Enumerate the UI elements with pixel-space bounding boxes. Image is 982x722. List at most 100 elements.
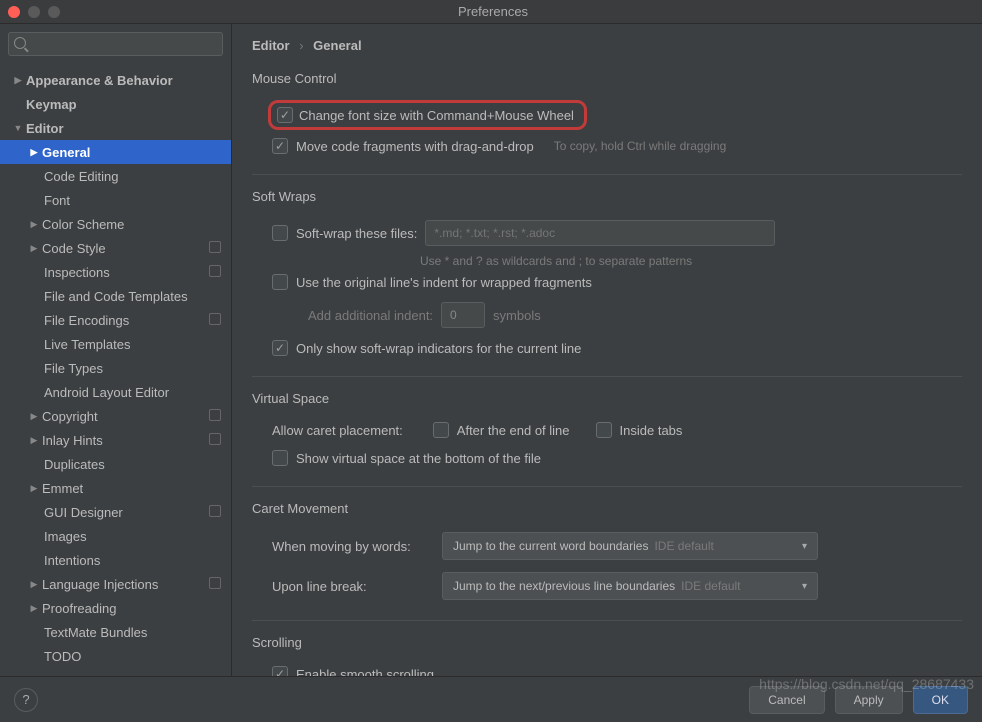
- tree-label: TextMate Bundles: [44, 625, 147, 640]
- label-symbols: symbols: [493, 308, 541, 323]
- tree-proofreading[interactable]: ▶Proofreading: [0, 596, 231, 620]
- checkbox-smooth-scrolling[interactable]: [272, 666, 288, 676]
- checkbox-change-font-size[interactable]: [277, 107, 293, 123]
- tree-appearance[interactable]: ▶Appearance & Behavior: [0, 68, 231, 92]
- label-only-show-indicators: Only show soft-wrap indicators for the c…: [296, 341, 581, 356]
- label-move-drag: Move code fragments with drag-and-drop: [296, 139, 534, 154]
- label-show-virtual-bottom: Show virtual space at the bottom of the …: [296, 451, 541, 466]
- tree-file-encodings[interactable]: File Encodings: [0, 308, 231, 332]
- chevron-right-icon: ›: [299, 38, 303, 53]
- label-smooth-scrolling: Enable smooth scrolling: [296, 667, 434, 677]
- checkbox-softwrap-files[interactable]: [272, 225, 288, 241]
- tree-label: Intentions: [44, 553, 100, 568]
- label-softwrap-files: Soft-wrap these files:: [296, 226, 417, 241]
- tree-color-scheme[interactable]: ▶Color Scheme: [0, 212, 231, 236]
- section-scrolling: Scrolling: [252, 635, 962, 650]
- tree-todo[interactable]: TODO: [0, 644, 231, 668]
- label-use-original-indent: Use the original line's indent for wrapp…: [296, 275, 592, 290]
- tree-label: Copyright: [42, 409, 98, 424]
- label-change-font-size: Change font size with Command+Mouse Whee…: [299, 108, 574, 123]
- apply-button[interactable]: Apply: [835, 686, 903, 714]
- label-allow-caret: Allow caret placement:: [272, 423, 403, 438]
- label-add-indent: Add additional indent:: [308, 308, 433, 323]
- tree-general[interactable]: ▶General: [0, 140, 231, 164]
- tree-live-templates[interactable]: Live Templates: [0, 332, 231, 356]
- tree-lang-injections[interactable]: ▶Language Injections: [0, 572, 231, 596]
- tree-inspections[interactable]: Inspections: [0, 260, 231, 284]
- tree-label: GUI Designer: [44, 505, 123, 520]
- tree-keymap[interactable]: Keymap: [0, 92, 231, 116]
- tree-copyright[interactable]: ▶Copyright: [0, 404, 231, 428]
- checkbox-after-eol[interactable]: [433, 422, 449, 438]
- titlebar: Preferences: [0, 0, 982, 24]
- breadcrumb-general: General: [313, 38, 361, 53]
- tree-emmet[interactable]: ▶Emmet: [0, 476, 231, 500]
- hint-softwrap-wildcards: Use * and ? as wildcards and ; to separa…: [420, 254, 962, 268]
- tree-duplicates[interactable]: Duplicates: [0, 452, 231, 476]
- dialog-footer: ? Cancel Apply OK: [0, 676, 982, 722]
- checkbox-only-show-indicators[interactable]: [272, 340, 288, 356]
- select-moving-words[interactable]: Jump to the current word boundaries IDE …: [442, 532, 818, 560]
- search-input[interactable]: [8, 32, 223, 56]
- help-button[interactable]: ?: [14, 688, 38, 712]
- section-soft-wraps: Soft Wraps: [252, 189, 962, 204]
- tree-intentions[interactable]: Intentions: [0, 548, 231, 572]
- select-line-break[interactable]: Jump to the next/previous line boundarie…: [442, 572, 818, 600]
- tree-android-layout[interactable]: Android Layout Editor: [0, 380, 231, 404]
- tree-file-types[interactable]: File Types: [0, 356, 231, 380]
- tree-code-editing[interactable]: Code Editing: [0, 164, 231, 188]
- tree-label: Android Layout Editor: [44, 385, 169, 400]
- btn-label: Cancel: [768, 693, 805, 707]
- btn-label: OK: [932, 693, 949, 707]
- label-inside-tabs: Inside tabs: [620, 423, 683, 438]
- ok-button[interactable]: OK: [913, 686, 968, 714]
- project-icon: [209, 433, 221, 445]
- label-moving-words: When moving by words:: [272, 539, 432, 554]
- input-add-indent[interactable]: [441, 302, 485, 328]
- window-title: Preferences: [12, 4, 974, 19]
- tree-label: Keymap: [26, 97, 77, 112]
- project-icon: [209, 313, 221, 325]
- checkbox-show-virtual-bottom[interactable]: [272, 450, 288, 466]
- breadcrumb-editor[interactable]: Editor: [252, 38, 290, 53]
- tree-label: General: [42, 145, 90, 160]
- section-mouse-control: Mouse Control: [252, 71, 962, 86]
- tree-label: Inlay Hints: [42, 433, 103, 448]
- tree-textmate[interactable]: TextMate Bundles: [0, 620, 231, 644]
- select-value: Jump to the next/previous line boundarie…: [453, 579, 675, 593]
- settings-tree: ▶Appearance & Behavior Keymap ▼Editor ▶G…: [0, 64, 231, 676]
- tree-images[interactable]: Images: [0, 524, 231, 548]
- label-after-eol: After the end of line: [457, 423, 570, 438]
- checkbox-use-original-indent[interactable]: [272, 274, 288, 290]
- tree-label: Language Injections: [42, 577, 158, 592]
- checkbox-move-drag[interactable]: [272, 138, 288, 154]
- tree-label: Inspections: [44, 265, 110, 280]
- select-value: Jump to the current word boundaries: [453, 539, 648, 553]
- tree-code-style[interactable]: ▶Code Style: [0, 236, 231, 260]
- cancel-button[interactable]: Cancel: [749, 686, 824, 714]
- tree-editor[interactable]: ▼Editor: [0, 116, 231, 140]
- content-pane: Editor › General Mouse Control Change fo…: [232, 24, 982, 676]
- tree-label: Font: [44, 193, 70, 208]
- highlighted-option: Change font size with Command+Mouse Whee…: [268, 100, 587, 130]
- tree-font[interactable]: Font: [0, 188, 231, 212]
- checkbox-inside-tabs[interactable]: [596, 422, 612, 438]
- input-softwrap-patterns[interactable]: [425, 220, 775, 246]
- tree-label: File Encodings: [44, 313, 129, 328]
- tree-gui-designer[interactable]: GUI Designer: [0, 500, 231, 524]
- tree-inlay-hints[interactable]: ▶Inlay Hints: [0, 428, 231, 452]
- label-line-break: Upon line break:: [272, 579, 432, 594]
- tree-label: Proofreading: [42, 601, 116, 616]
- tree-label: Code Style: [42, 241, 106, 256]
- tree-file-templates[interactable]: File and Code Templates: [0, 284, 231, 308]
- tree-label: File and Code Templates: [44, 289, 188, 304]
- tree-label: Live Templates: [44, 337, 130, 352]
- tree-label: TODO: [44, 649, 81, 664]
- search-icon: [14, 37, 26, 49]
- hint-drag: To copy, hold Ctrl while dragging: [554, 139, 727, 153]
- tree-label: File Types: [44, 361, 103, 376]
- tree-label: Duplicates: [44, 457, 105, 472]
- tree-label: Emmet: [42, 481, 83, 496]
- tree-label: Editor: [26, 121, 64, 136]
- tree-label: Appearance & Behavior: [26, 73, 173, 88]
